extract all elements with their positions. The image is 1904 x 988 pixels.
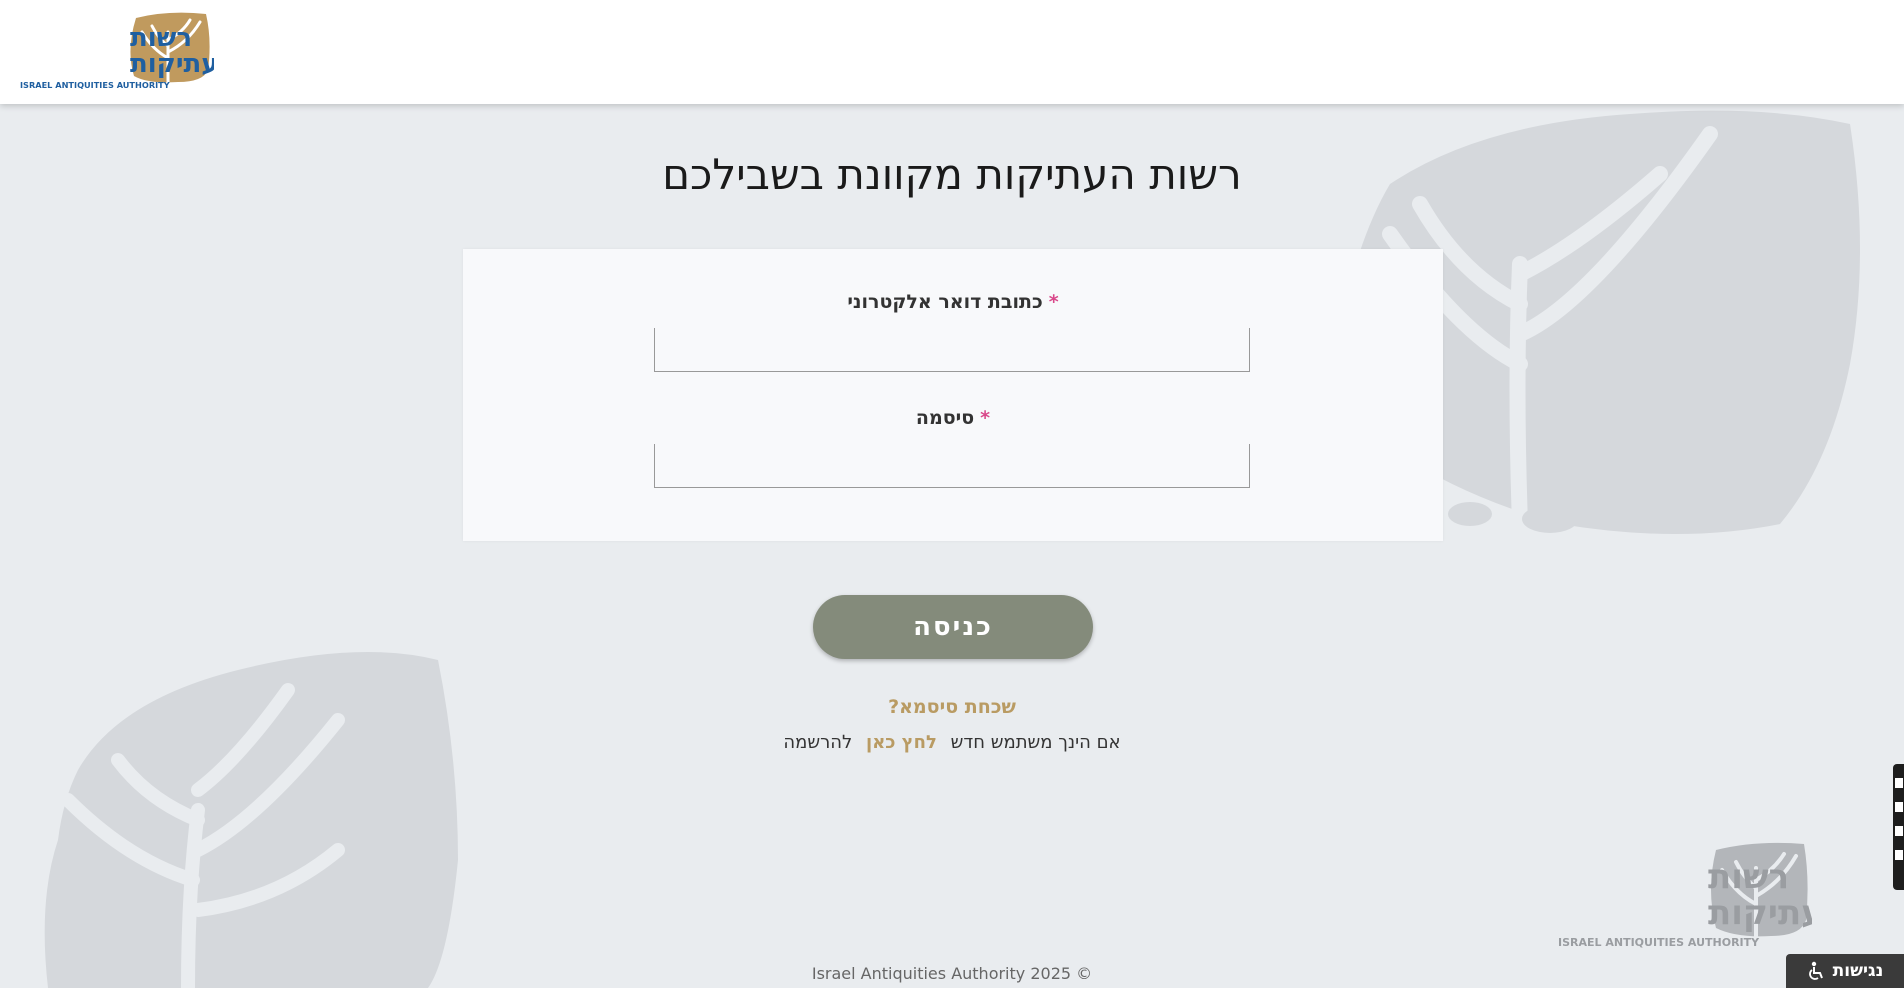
register-suffix: להרשמה <box>783 732 853 753</box>
footer-iaa-logo: רשות העתיקות ISRAEL ANTIQUITIES AUTHORIT… <box>1556 840 1847 950</box>
wheelchair-icon <box>1808 961 1823 980</box>
footer-logo-icon: רשות העתיקות ISRAEL ANTIQUITIES AUTHORIT… <box>1558 842 1847 949</box>
accessibility-label: נגישות <box>1832 961 1884 981</box>
logo-hebrew-line2: העתיקות <box>130 49 214 79</box>
side-toolbar-item-icon[interactable] <box>1895 850 1903 860</box>
password-field[interactable] <box>654 444 1250 488</box>
logo-english: ISRAEL ANTIQUITIES AUTHORITY <box>20 80 171 90</box>
password-label-text: סיסמה <box>915 407 975 429</box>
password-required-mark: * <box>980 407 991 429</box>
email-label-text: כתובת דואר אלקטרוני <box>847 291 1043 313</box>
side-toolbar-widget[interactable] <box>1893 764 1904 890</box>
register-link[interactable]: לחץ כאן <box>866 732 937 753</box>
login-button[interactable]: כניסה <box>813 595 1093 659</box>
forgot-password-link[interactable]: שכחת סיסמא? <box>0 696 1904 718</box>
copyright: Israel Antiquities Authority 2025 © <box>811 964 1093 983</box>
email-field[interactable] <box>654 328 1250 372</box>
site-header: רשות העתיקות ISRAEL ANTIQUITIES AUTHORIT… <box>0 0 1904 104</box>
footer-logo-hebrew-line1: רשות <box>1708 857 1789 897</box>
login-form-card: *כתובת דואר אלקטרוני *סיסמה <box>463 249 1443 541</box>
side-toolbar-item-icon[interactable] <box>1895 826 1903 836</box>
password-label: *סיסמה <box>463 407 1443 429</box>
accessibility-button[interactable]: נגישות <box>1786 954 1904 988</box>
iaa-logo[interactable]: רשות העתיקות ISRAEL ANTIQUITIES AUTHORIT… <box>18 10 236 90</box>
background-leaf-left-icon <box>44 652 459 988</box>
email-required-mark: * <box>1048 291 1059 313</box>
register-prefix: אם הינך משתמש חדש <box>950 732 1121 753</box>
side-toolbar-item-icon[interactable] <box>1895 802 1903 812</box>
side-toolbar-item-icon[interactable] <box>1895 778 1903 788</box>
footer-logo-english: ISRAEL ANTIQUITIES AUTHORITY <box>1558 936 1760 949</box>
iaa-logo-icon: רשות העתיקות ISRAEL ANTIQUITIES AUTHORIT… <box>20 12 236 90</box>
footer-logo-hebrew-line2: העתיקות <box>1708 893 1812 933</box>
email-label: *כתובת דואר אלקטרוני <box>463 291 1443 313</box>
page-title: רשות העתיקות מקוונת בשבילכם <box>662 150 1242 199</box>
register-line: אם הינך משתמש חדש לחץ כאן להרשמה <box>0 732 1904 753</box>
